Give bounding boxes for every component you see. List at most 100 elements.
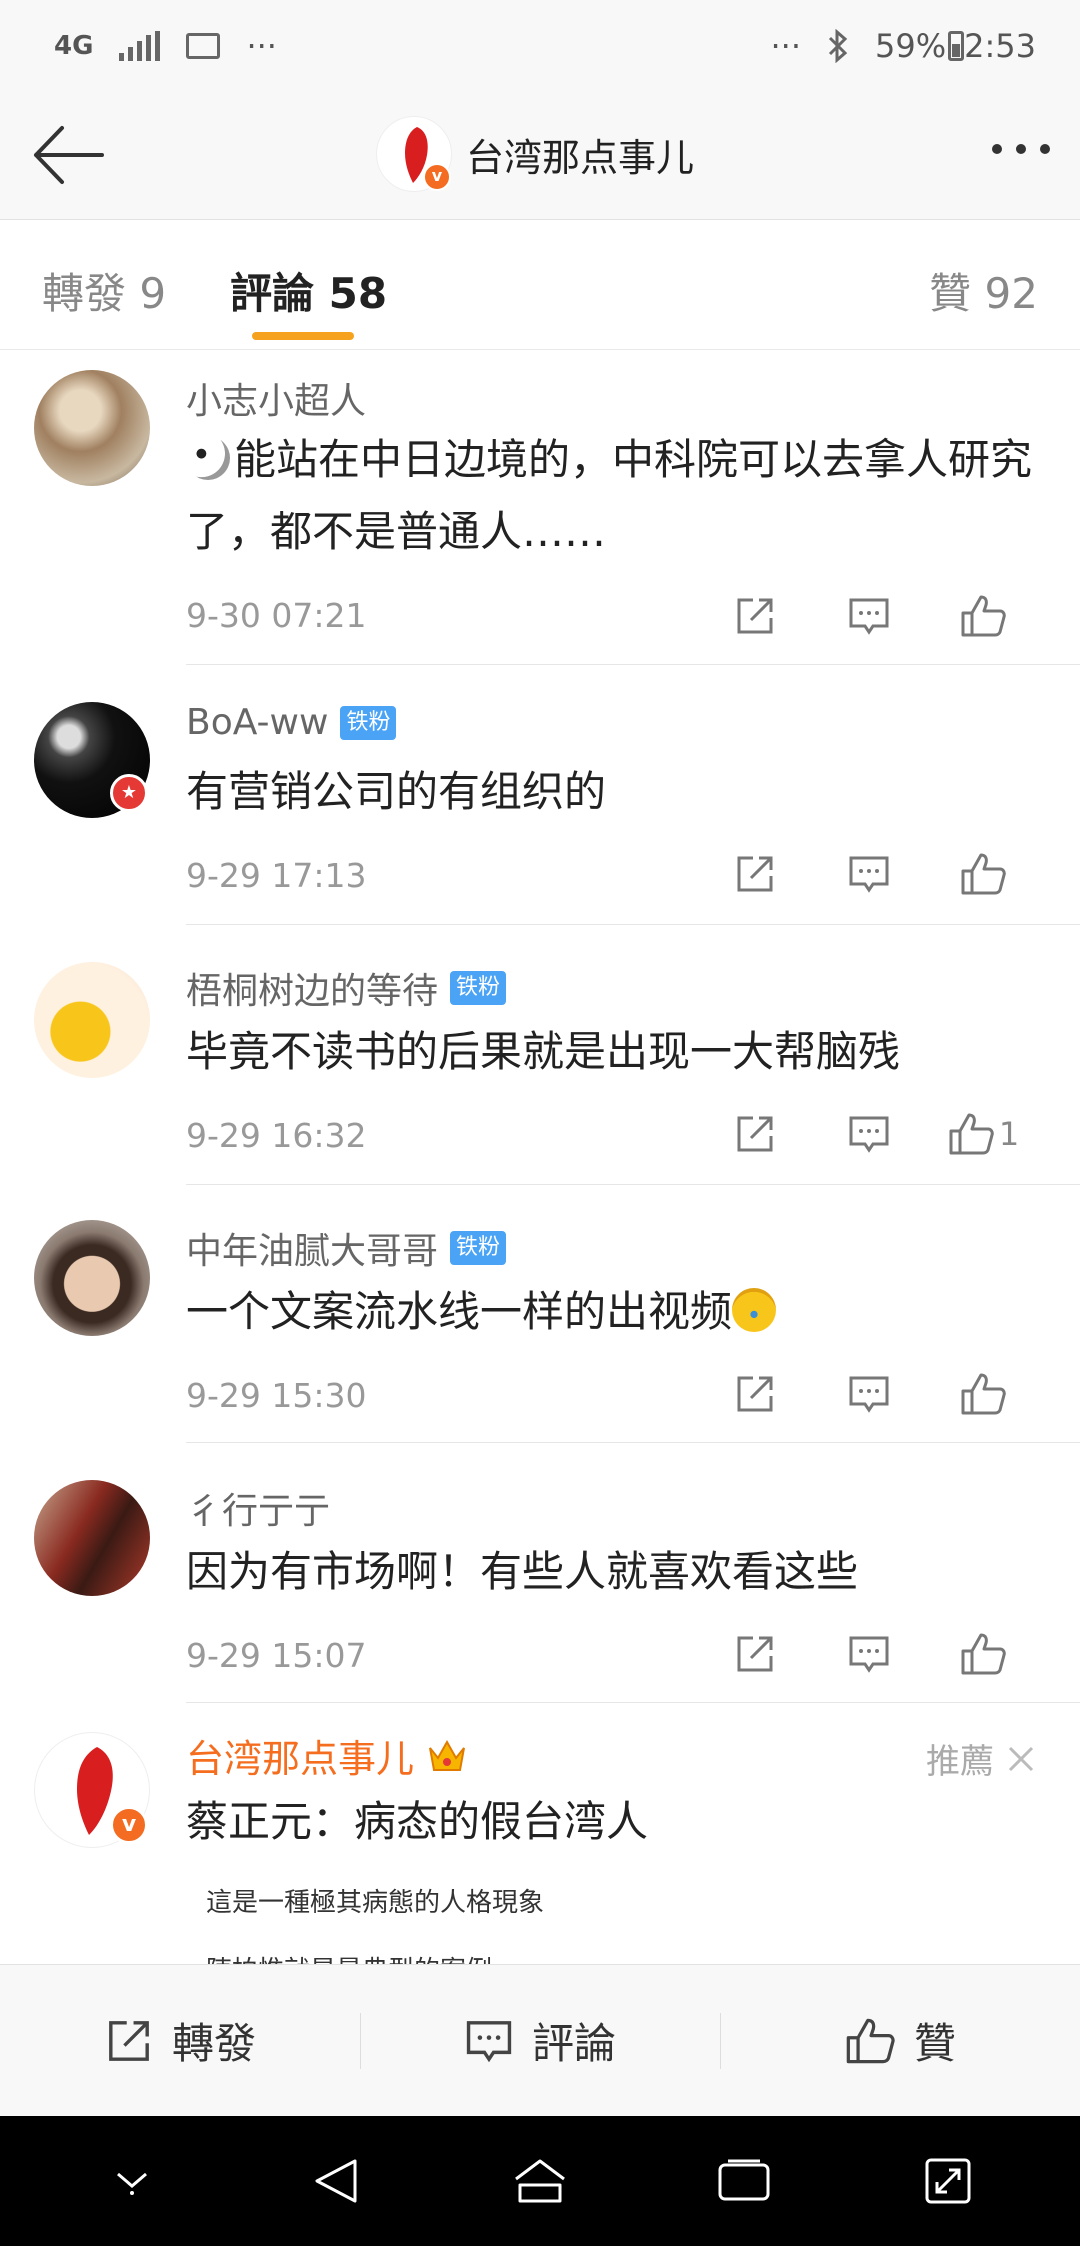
fan-tag: 铁粉 (340, 705, 397, 740)
thumbs-up-icon (846, 2018, 895, 2063)
avatar[interactable] (34, 1480, 150, 1596)
battery-group: 59% 2:53 (875, 27, 1036, 65)
back-button[interactable] (28, 122, 108, 188)
repost-button[interactable] (698, 1626, 812, 1682)
active-tab-indicator (252, 332, 354, 340)
author-name: 台湾那点事儿 (186, 1737, 415, 1781)
signal-icon (119, 31, 161, 61)
comment-actions (698, 1626, 1040, 1682)
user-badge-icon: ★ (110, 774, 148, 812)
dot-icon (1016, 144, 1026, 154)
system-back-button[interactable] (276, 2136, 396, 2226)
fan-tag: 铁粉 (450, 1231, 507, 1265)
avatar[interactable] (34, 962, 150, 1078)
reply-button[interactable] (812, 588, 926, 644)
tab-likes-count: 92 (984, 269, 1038, 318)
comment-body: 一个文案流水线一样的出视频 (186, 1287, 733, 1336)
hide-keyboard-button[interactable] (72, 2136, 192, 2226)
repost-button[interactable] (698, 1106, 812, 1162)
more-options-button[interactable] (992, 144, 1050, 154)
comment-icon (849, 1116, 889, 1153)
comment-actions (698, 846, 1040, 902)
like-action-button[interactable]: 贊 (720, 1965, 1080, 2116)
comment-text: 能站在中日边境的，中科院可以去拿人研究了，都不是普通人…… (186, 424, 1046, 568)
comment-text: 有营销公司的有组织的 (186, 767, 607, 816)
comment-action-button[interactable]: 評論 (360, 1965, 720, 2116)
battery-icon (948, 31, 965, 61)
repost-button[interactable] (698, 1366, 812, 1422)
comment-actions (698, 588, 1040, 644)
comment-author[interactable]: 彳行亍亍 (186, 1482, 330, 1534)
comment-author[interactable]: BoA-ww 铁粉 (186, 702, 397, 743)
status-left: 4G ··· (54, 27, 277, 65)
like-button[interactable] (926, 588, 1040, 644)
verified-badge-icon: v (423, 163, 451, 191)
system-home-button[interactable] (480, 2136, 600, 2226)
repost-action-button[interactable]: 轉發 (0, 1965, 360, 2116)
avatar[interactable] (34, 370, 150, 486)
home-icon (515, 2159, 565, 2203)
avatar[interactable] (34, 1220, 150, 1336)
dot-icon (992, 144, 1002, 154)
reply-button[interactable] (812, 1106, 926, 1162)
status-dots-right: ··· (770, 27, 802, 65)
author-name: 小志小超人 (186, 381, 367, 422)
thumbs-up-icon (961, 1633, 1006, 1675)
comment-body: 能站在中日边境的，中科院可以去拿人研究了，都不是普通人…… (186, 435, 1033, 556)
recommended-text[interactable]: 蔡正元：病态的假台湾人 (186, 1788, 648, 1849)
like-button[interactable]: 1 (926, 1106, 1040, 1162)
clock: 2:53 (964, 27, 1036, 65)
tab-likes[interactable]: 贊 92 (929, 260, 1038, 321)
close-icon[interactable] (1006, 1744, 1036, 1774)
recommended-author[interactable]: 台湾那点事儿 (186, 1728, 468, 1783)
repost-label: 轉發 (171, 2019, 256, 2068)
image-notification-icon (186, 33, 221, 59)
author-name: 中年油腻大哥哥 (186, 1231, 439, 1272)
comment-time: 9-29 15:07 (186, 1636, 367, 1675)
share-icon (737, 1376, 773, 1412)
tab-comments-label: 評論 (230, 269, 315, 318)
comment-icon (466, 2020, 512, 2062)
bluetooth-icon (828, 29, 848, 63)
nav-title-group[interactable]: v 台湾那点事儿 (376, 116, 694, 192)
comment-author[interactable]: 中年油腻大哥哥 铁粉 (186, 1222, 507, 1274)
preview-line: 這是一種極其病態的人格現象 (206, 1888, 545, 1918)
recommended-label: 推薦 (926, 1742, 994, 1782)
system-recents-button[interactable] (684, 2136, 804, 2226)
tab-repost[interactable]: 轉發 9 (42, 260, 166, 321)
thumbs-up-icon (961, 595, 1006, 637)
recommended-preview[interactable]: 這是一種極其病態的人格現象 陳柏惟就是最典型的案例 (186, 1846, 1046, 1966)
recommended-label-group: 推薦 (926, 1734, 1036, 1783)
comment-actions (698, 1366, 1040, 1422)
divider (186, 1184, 1080, 1185)
share-icon (737, 1636, 773, 1672)
comment-time: 9-29 17:13 (186, 856, 367, 895)
status-right: ··· 59% 2:53 (771, 27, 1037, 65)
crown-icon (429, 1739, 465, 1771)
repost-button[interactable] (698, 846, 812, 902)
like-button[interactable] (926, 1626, 1040, 1682)
comment-text: 因为有市场啊！有些人就喜欢看这些 (186, 1547, 859, 1596)
system-navigation-bar (0, 2116, 1080, 2246)
comment-author[interactable]: 小志小超人 (186, 372, 366, 424)
tab-likes-label: 贊 (929, 269, 972, 318)
comment-text: 一个文案流水线一样的出视频 (186, 1276, 1046, 1348)
comment-time: 9-30 07:21 (186, 596, 367, 635)
comment-icon (849, 1376, 889, 1413)
thumbs-up-icon (961, 853, 1006, 895)
fullscreen-button[interactable] (888, 2136, 1008, 2226)
comment-author[interactable]: 梧桐树边的等待 铁粉 (186, 962, 507, 1014)
repost-button[interactable] (698, 588, 812, 644)
author-name: 彳行亍亍 (186, 1491, 331, 1532)
like-button[interactable] (926, 1366, 1040, 1422)
recents-icon (718, 2159, 770, 2201)
reply-button[interactable] (812, 1626, 926, 1682)
like-label: 贊 (913, 2019, 956, 2068)
verified-badge-icon: v (110, 1806, 148, 1844)
reply-button[interactable] (812, 846, 926, 902)
reply-button[interactable] (812, 1366, 926, 1422)
like-button[interactable] (926, 846, 1040, 902)
tab-comments[interactable]: 評論 58 (230, 260, 387, 321)
divider (186, 924, 1080, 925)
comment-time: 9-29 16:32 (186, 1116, 367, 1155)
